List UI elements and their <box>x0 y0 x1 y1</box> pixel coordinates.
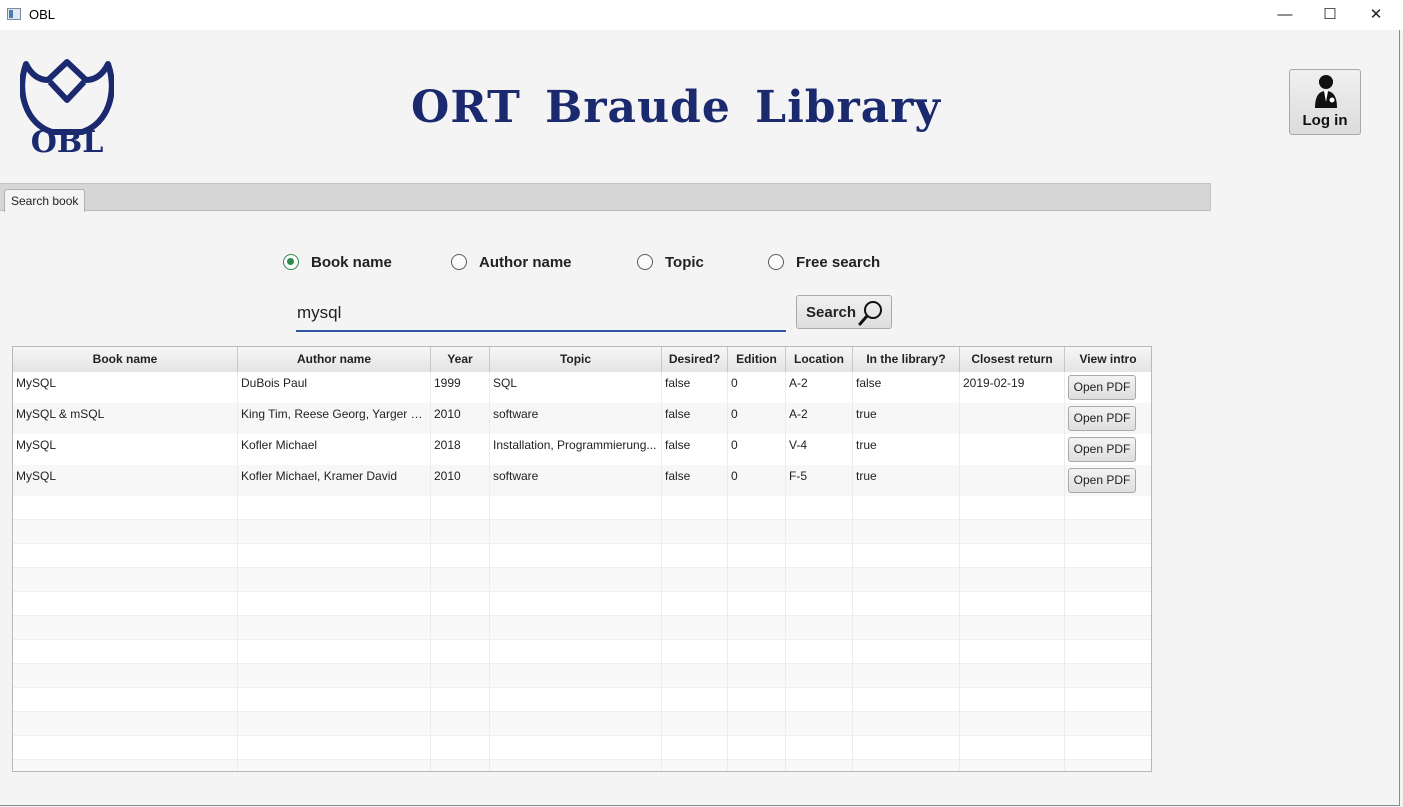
cell-topic: software <box>490 403 662 434</box>
cell-topic: Installation, Programmierung... <box>490 434 662 465</box>
minimize-button[interactable]: — <box>1262 0 1308 30</box>
cell-desired: false <box>662 372 728 403</box>
cell-location: A-2 <box>786 403 853 434</box>
cell-edition: 0 <box>728 465 786 496</box>
login-button[interactable]: Log in <box>1289 69 1361 135</box>
open-pdf-button[interactable]: Open PDF <box>1068 375 1136 400</box>
cell-in-library: true <box>853 403 960 434</box>
column-header[interactable]: Location <box>786 347 853 372</box>
radio-label: Free search <box>796 254 881 271</box>
cell-edition: 0 <box>728 434 786 465</box>
cell-year: 1999 <box>431 372 490 403</box>
obl-logo: OBL <box>19 58 115 160</box>
cell-in-library: false <box>853 372 960 403</box>
login-label: Log in <box>1302 112 1348 129</box>
app-icon <box>7 8 21 20</box>
empty-table-row <box>13 616 1151 640</box>
empty-rows-area <box>13 496 1151 771</box>
tab-search-book[interactable]: Search book <box>4 189 86 212</box>
radio-indicator <box>451 254 467 270</box>
window-title: OBL <box>29 7 56 22</box>
empty-table-row <box>13 520 1151 544</box>
window-titlebar: OBL — ☐ ✕ <box>0 0 1403 30</box>
cell-closest-return: 2019-02-19 <box>960 372 1065 403</box>
radio-label: Book name <box>311 254 392 271</box>
cell-closest-return <box>960 434 1065 465</box>
cell-view-intro: Open PDF <box>1065 372 1151 403</box>
cell-author-name: Kofler Michael <box>238 434 431 465</box>
radio-label: Topic <box>665 254 704 271</box>
maximize-button[interactable]: ☐ <box>1307 0 1353 30</box>
cell-view-intro: Open PDF <box>1065 465 1151 496</box>
column-header[interactable]: Author name <box>238 347 431 372</box>
cell-author-name: Kofler Michael, Kramer David <box>238 465 431 496</box>
cell-closest-return <box>960 465 1065 496</box>
empty-table-row <box>13 592 1151 616</box>
magnifier-icon <box>858 301 882 326</box>
cell-author-name: DuBois Paul <box>238 372 431 403</box>
table-row[interactable]: MySQL Kofler Michael 2018 Installation, … <box>13 434 1151 465</box>
radio-selected-indicator <box>283 254 299 270</box>
cell-book-name: MySQL <box>13 434 238 465</box>
empty-table-row <box>13 544 1151 568</box>
tab-bar: Search book <box>0 183 1211 212</box>
library-title: ORT Braude Library <box>411 82 941 133</box>
empty-table-row <box>13 664 1151 688</box>
search-button[interactable]: Search <box>796 295 892 329</box>
cell-topic: SQL <box>490 372 662 403</box>
column-header[interactable]: Book name <box>13 347 238 372</box>
column-header[interactable]: Topic <box>490 347 662 372</box>
cell-year: 2010 <box>431 465 490 496</box>
cell-year: 2018 <box>431 434 490 465</box>
cell-book-name: MySQL & mSQL <box>13 403 238 434</box>
cell-closest-return <box>960 403 1065 434</box>
books-table: Book name Author name Year Topic Desired… <box>12 346 1152 772</box>
open-pdf-button[interactable]: Open PDF <box>1068 437 1136 462</box>
table-row[interactable]: MySQL DuBois Paul 1999 SQL false 0 A-2 f… <box>13 372 1151 403</box>
cell-book-name: MySQL <box>13 372 238 403</box>
librarian-icon <box>1315 75 1337 108</box>
radio-label: Author name <box>479 254 572 271</box>
search-input[interactable] <box>296 296 786 332</box>
cell-author-name: King Tim, Reese Georg, Yarger Ra... <box>238 403 431 434</box>
column-header[interactable]: Closest return <box>960 347 1065 372</box>
table-header: Book name Author name Year Topic Desired… <box>13 347 1151 373</box>
cell-location: V-4 <box>786 434 853 465</box>
cell-year: 2010 <box>431 403 490 434</box>
logo-text: OBL <box>31 125 104 158</box>
cell-view-intro: Open PDF <box>1065 403 1151 434</box>
cell-desired: false <box>662 403 728 434</box>
column-header[interactable]: Year <box>431 347 490 372</box>
column-header[interactable]: In the library? <box>853 347 960 372</box>
search-button-label: Search <box>806 304 857 321</box>
empty-table-row <box>13 688 1151 712</box>
column-header[interactable]: Desired? <box>662 347 728 372</box>
radio-indicator <box>637 254 653 270</box>
cell-edition: 0 <box>728 403 786 434</box>
cell-desired: false <box>662 434 728 465</box>
column-header[interactable]: View intro <box>1065 347 1151 372</box>
empty-table-row <box>13 496 1151 520</box>
empty-table-row <box>13 736 1151 760</box>
cell-location: F-5 <box>786 465 853 496</box>
cell-topic: software <box>490 465 662 496</box>
table-row[interactable]: MySQL & mSQL King Tim, Reese Georg, Yarg… <box>13 403 1151 434</box>
table-row[interactable]: MySQL Kofler Michael, Kramer David 2010 … <box>13 465 1151 496</box>
radio-indicator <box>768 254 784 270</box>
close-button[interactable]: ✕ <box>1353 0 1399 30</box>
cell-edition: 0 <box>728 372 786 403</box>
column-header[interactable]: Edition <box>728 347 786 372</box>
empty-table-row <box>13 712 1151 736</box>
empty-table-row <box>13 760 1151 771</box>
cell-view-intro: Open PDF <box>1065 434 1151 465</box>
empty-table-row <box>13 640 1151 664</box>
cell-desired: false <box>662 465 728 496</box>
cell-location: A-2 <box>786 372 853 403</box>
empty-table-row <box>13 568 1151 592</box>
cell-book-name: MySQL <box>13 465 238 496</box>
open-pdf-button[interactable]: Open PDF <box>1068 406 1136 431</box>
cell-in-library: true <box>853 465 960 496</box>
open-pdf-button[interactable]: Open PDF <box>1068 468 1136 493</box>
cell-in-library: true <box>853 434 960 465</box>
